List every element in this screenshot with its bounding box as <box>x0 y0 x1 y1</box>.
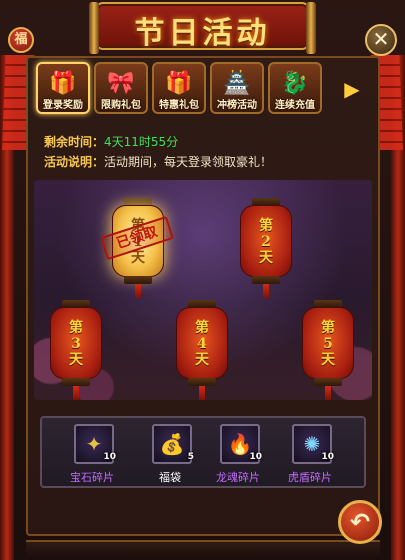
close-button[interactable]: ✕ <box>365 24 397 56</box>
tab-label: 登录奖励 <box>43 100 83 111</box>
reward-name: 福袋 <box>159 471 181 484</box>
close-icon: ✕ <box>372 27 390 51</box>
remaining-time-row: 剩余时间：4天11时55分 <box>44 133 178 150</box>
remaining-time-label: 剩余时间： <box>44 135 105 149</box>
tab-special-pack[interactable]: 🎁 特惠礼包 <box>152 62 206 114</box>
tab-label: 连续充值 <box>275 100 315 111</box>
reward-count: 10 <box>321 452 334 462</box>
back-button[interactable]: ↶ <box>338 500 382 544</box>
lantern-base <box>62 378 90 386</box>
lantern-base <box>188 378 216 386</box>
back-arrow-icon: ↶ <box>349 508 371 536</box>
event-description-value: 活动期间，每天登录领取豪礼！ <box>104 155 273 169</box>
gold-pagoda-icon: 🏯 <box>223 70 251 96</box>
reward-item[interactable]: 💰 5 福袋 <box>140 424 200 486</box>
event-tabs: 🎁 登录奖励 🎀 限购礼包 🎁 特惠礼包 🏯 冲榜活动 🐉 连续充值 <box>36 62 364 114</box>
tab-continuous-recharge[interactable]: 🐉 连续充值 <box>268 62 322 114</box>
lantern-day-2[interactable]: 第 2 天 <box>240 198 292 298</box>
dragon-icon: 🐉 <box>281 70 309 96</box>
tab-login-reward[interactable]: 🎁 登录奖励 <box>36 62 90 114</box>
lucky-bag-icon: 💰 <box>152 424 192 464</box>
lantern-tassel <box>135 284 141 298</box>
reward-name: 宝石碎片 <box>70 471 114 484</box>
tab-limited-pack[interactable]: 🎀 限购礼包 <box>94 62 148 114</box>
reward-name: 虎盾碎片 <box>288 471 332 484</box>
lantern-base <box>252 276 280 284</box>
title-scroll: 节日活动 <box>89 2 316 54</box>
reward-count: 10 <box>103 452 116 462</box>
remaining-time-value: 4天11时55分 <box>104 135 179 149</box>
lantern-label: 第 3 天 <box>69 320 83 368</box>
lantern-tassel <box>199 386 205 400</box>
tabs-next-icon[interactable]: ▶ <box>344 77 360 101</box>
lantern-tassel <box>73 386 79 400</box>
page-title: 节日活动 <box>134 16 271 51</box>
reward-count: 10 <box>249 452 262 462</box>
reward-item[interactable]: ✺ 10 虎盾碎片 <box>280 424 340 486</box>
lantern-day-5[interactable]: 第 5 天 <box>302 300 354 400</box>
lantern-label: 第 2 天 <box>259 218 273 266</box>
lantern-label: 第 4 天 <box>195 320 209 368</box>
reward-item[interactable]: 🔥 10 龙魂碎片 <box>208 424 268 486</box>
tab-ranking[interactable]: 🏯 冲榜活动 <box>210 62 264 114</box>
event-description-label: 活动说明： <box>44 155 105 169</box>
reward-count: 5 <box>187 452 194 462</box>
lantern-day-3[interactable]: 第 3 天 <box>50 300 102 400</box>
rewards-tray: ✦ 10 宝石碎片 💰 5 福袋 🔥 10 龙魂碎片 ✺ 10 虎盾碎片 <box>40 416 366 488</box>
game-window: 节日活动 福 ✕ 🎁 登录奖励 🎀 限购礼包 🎁 特惠礼包 🏯 冲榜活动 🐉 连… <box>0 0 405 560</box>
gift-box-icon: 🎁 <box>165 70 193 96</box>
lantern-base <box>314 378 342 386</box>
reward-name: 龙魂碎片 <box>216 471 260 484</box>
tab-label: 限购礼包 <box>101 100 141 111</box>
lantern-tassel <box>263 284 269 298</box>
lantern-day-4[interactable]: 第 4 天 <box>176 300 228 400</box>
fu-button[interactable]: 福 <box>8 27 34 53</box>
lantern-tassel <box>325 386 331 400</box>
tab-label: 冲榜活动 <box>217 100 257 111</box>
reward-item[interactable]: ✦ 10 宝石碎片 <box>62 424 122 486</box>
gift-box-icon: 🎀 <box>107 70 135 96</box>
lantern-base <box>124 276 152 284</box>
tab-label: 特惠礼包 <box>159 100 199 111</box>
lantern-label: 第 5 天 <box>321 320 335 368</box>
bottom-border <box>26 540 380 558</box>
treasure-chest-icon: 🎁 <box>49 70 77 96</box>
event-description-row: 活动说明：活动期间，每天登录领取豪礼！ <box>44 153 272 170</box>
